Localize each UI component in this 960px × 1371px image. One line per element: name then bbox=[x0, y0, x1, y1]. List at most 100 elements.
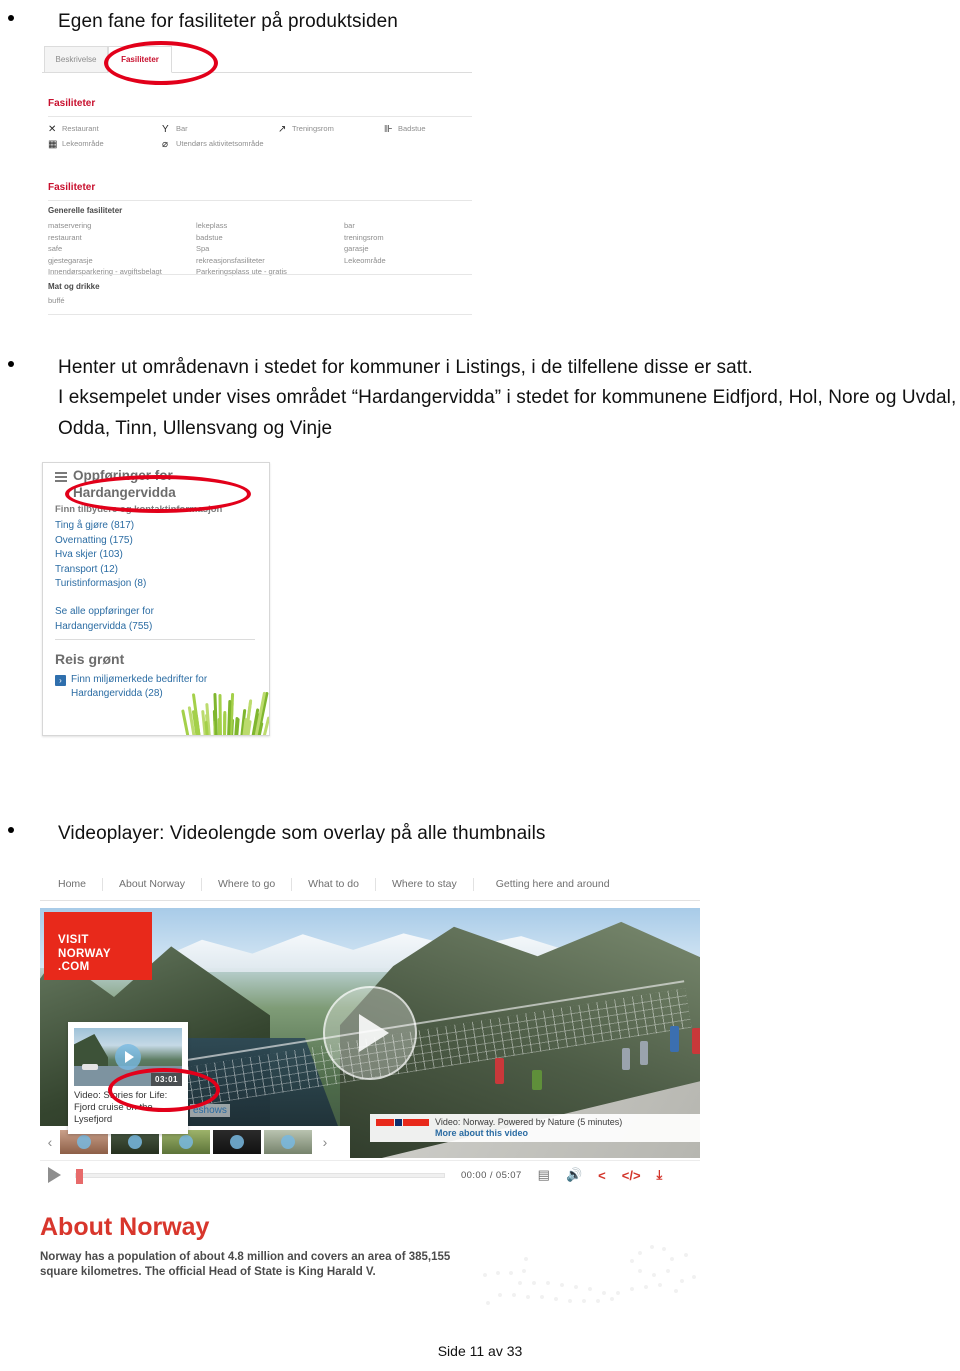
person-figure bbox=[692, 1028, 700, 1054]
facility-entry: restaurant bbox=[48, 232, 196, 244]
more-about-video-link[interactable]: More about this video bbox=[435, 1128, 622, 1139]
site-navigation: Home About Norway Where to go What to do… bbox=[40, 868, 700, 901]
slideshows-link[interactable]: eshows bbox=[190, 1104, 230, 1117]
facility-entry: treningsrom bbox=[344, 232, 472, 244]
bullet-item-3: I eksempelet under vises området “Hardan… bbox=[8, 382, 960, 444]
facility-entry: bar bbox=[344, 220, 472, 232]
play-icon[interactable] bbox=[48, 1167, 61, 1183]
nav-item-what-to-do[interactable]: What to do bbox=[292, 878, 376, 891]
facility-label: Treningsrom bbox=[292, 124, 334, 134]
facilities-screenshot: Beskrivelse Fasiliteter Fasiliteter ✕ Re… bbox=[42, 46, 472, 328]
bullet-4-text: Videoplayer: Videolengde som overlay på … bbox=[58, 818, 546, 849]
video-info-panel: Video: Norway. Powered by Nature (5 minu… bbox=[370, 1114, 700, 1142]
carousel-thumb[interactable] bbox=[264, 1130, 312, 1154]
listing-link-hva-skjer[interactable]: Hva skjer (103) bbox=[55, 548, 146, 563]
listings-sidebar-screenshot: Oppføringer for Hardangervidda Finn tilb… bbox=[42, 462, 270, 736]
thumbnail-image: 03:01 bbox=[74, 1028, 182, 1086]
facilities-heading-table: Fasiliteter bbox=[48, 182, 95, 193]
playground-icon: ▦ bbox=[48, 139, 62, 150]
document-page: Egen fane for fasiliteter på produktside… bbox=[0, 0, 960, 1371]
divider bbox=[48, 274, 472, 275]
bullet-3-text: I eksempelet under vises området “Hardan… bbox=[58, 382, 960, 444]
download-icon[interactable]: ⤓ bbox=[657, 1167, 663, 1183]
facility-entry: safe bbox=[48, 243, 196, 255]
bullet-item-2: Henter ut områdenavn i stedet for kommun… bbox=[8, 352, 753, 383]
facility-entry: Parkeringsplass ute - gratis bbox=[196, 266, 344, 278]
nav-item-where-to-stay[interactable]: Where to stay bbox=[376, 878, 474, 891]
bullet-marker-icon bbox=[8, 15, 14, 21]
thumbnail-tooltip[interactable]: 03:01 Video: Stories for Life: Fjord cru… bbox=[68, 1022, 188, 1134]
see-all-line2: Hardangervidda (755) bbox=[55, 620, 154, 635]
decorative-watermark bbox=[480, 1215, 730, 1325]
facility-icon-row: ✕ Restaurant Y Bar ↗ Treningsrom ⊪ Badst… bbox=[48, 124, 472, 135]
facility-label: Bar bbox=[176, 124, 188, 134]
carousel-thumb[interactable] bbox=[213, 1130, 261, 1154]
tab-beskrivelse[interactable]: Beskrivelse bbox=[44, 46, 108, 73]
arrow-right-icon: › bbox=[55, 675, 66, 686]
cutlery-icon: ✕ bbox=[48, 124, 62, 135]
see-all-listings-link[interactable]: Se alle oppføringer for Hardangervidda (… bbox=[55, 605, 154, 634]
facilities-column-2: lekeplass badstue Spa rekreasjonsfasilit… bbox=[196, 220, 344, 278]
facility-entry: lekeplass bbox=[196, 220, 344, 232]
listing-link-overnatting[interactable]: Overnatting (175) bbox=[55, 534, 146, 549]
video-title: Video: Norway. Powered by Nature (5 minu… bbox=[435, 1117, 622, 1128]
grass-decoration bbox=[179, 683, 269, 735]
facility-entry: Spa bbox=[196, 243, 344, 255]
facility-entry: Innendørsparkering - avgiftsbelagt bbox=[48, 266, 196, 278]
prev-arrow-icon[interactable]: ‹ bbox=[40, 1134, 60, 1150]
facility-gym: ↗ Treningsrom bbox=[278, 124, 384, 135]
play-button-small[interactable] bbox=[115, 1044, 141, 1070]
tab-fasiliteter[interactable]: Fasiliteter bbox=[108, 46, 172, 73]
seek-bar[interactable] bbox=[75, 1173, 445, 1178]
facility-entry: rekreasjonsfasiliteter bbox=[196, 255, 344, 267]
person-figure bbox=[622, 1048, 630, 1070]
seek-handle[interactable] bbox=[76, 1169, 83, 1184]
divider bbox=[48, 314, 472, 315]
volume-icon[interactable]: 🔊 bbox=[566, 1167, 582, 1183]
about-norway-heading: About Norway bbox=[40, 1213, 209, 1242]
general-facilities-heading: Generelle fasiliteter bbox=[48, 206, 122, 215]
nav-item-getting-here[interactable]: Getting here and around bbox=[474, 878, 626, 891]
facility-sauna: ⊪ Badstue bbox=[384, 124, 472, 135]
next-arrow-icon[interactable]: › bbox=[315, 1134, 335, 1150]
thumbnail-caption: Video: Stories for Life: Fjord cruise on… bbox=[74, 1086, 182, 1126]
green-travel-heading: Reis grønt bbox=[55, 651, 124, 667]
share-icon[interactable]: < bbox=[598, 1168, 606, 1183]
facility-label: Restaurant bbox=[62, 124, 99, 134]
listing-link-ting-a-gjore[interactable]: Ting å gjøre (817) bbox=[55, 519, 146, 534]
duration-overlay-badge: 03:01 bbox=[151, 1073, 182, 1086]
facilities-heading-icons: Fasiliteter bbox=[48, 98, 95, 109]
nav-item-about-norway[interactable]: About Norway bbox=[103, 878, 202, 891]
video-control-bar: 00:00 / 05:07 ▤ 🔊 < </> ⤓ bbox=[40, 1160, 700, 1189]
facility-entry: gjestegarasje bbox=[48, 255, 196, 267]
cocktail-glass-icon: Y bbox=[162, 124, 176, 135]
logo-line-3: .COM bbox=[58, 961, 152, 975]
visit-norway-logo: VISIT NORWAY .COM bbox=[44, 912, 152, 980]
person-figure bbox=[495, 1058, 504, 1084]
listings-title-line1: Oppføringer for bbox=[73, 468, 173, 483]
facility-entry: badstue bbox=[196, 232, 344, 244]
listing-link-turistinformasjon[interactable]: Turistinformasjon (8) bbox=[55, 577, 146, 592]
facility-bar: Y Bar bbox=[162, 124, 278, 135]
bullet-item-4: Videoplayer: Videolengde som overlay på … bbox=[8, 818, 546, 849]
save-icon[interactable]: ▤ bbox=[538, 1167, 550, 1183]
facility-playground: ▦ Lekeområde bbox=[48, 139, 162, 150]
embed-code-icon[interactable]: </> bbox=[622, 1168, 641, 1183]
play-button-large[interactable] bbox=[323, 986, 417, 1080]
nav-item-home[interactable]: Home bbox=[40, 878, 103, 891]
logo-line-2: NORWAY bbox=[58, 948, 152, 962]
facility-entry: garasje bbox=[344, 243, 472, 255]
time-display: 00:00 / 05:07 bbox=[461, 1170, 522, 1181]
boat-shape bbox=[82, 1064, 98, 1070]
nav-item-where-to-go[interactable]: Where to go bbox=[202, 878, 292, 891]
about-norway-paragraph: Norway has a population of about 4.8 mil… bbox=[40, 1250, 470, 1279]
facility-entry: Lekeområde bbox=[344, 255, 472, 267]
listing-link-transport[interactable]: Transport (12) bbox=[55, 563, 146, 578]
dumbbell-icon: ↗ bbox=[278, 124, 292, 135]
bullet-marker-icon bbox=[8, 827, 14, 833]
facility-icon-row: ▦ Lekeområde ⌀ Utendørs aktivitetsområde bbox=[48, 139, 472, 150]
product-page-tabbar: Beskrivelse Fasiliteter bbox=[42, 46, 472, 73]
food-drink-heading: Mat og drikke bbox=[48, 282, 100, 291]
see-all-line1: Se alle oppføringer for bbox=[55, 605, 154, 620]
bullet-marker-icon bbox=[8, 361, 14, 367]
